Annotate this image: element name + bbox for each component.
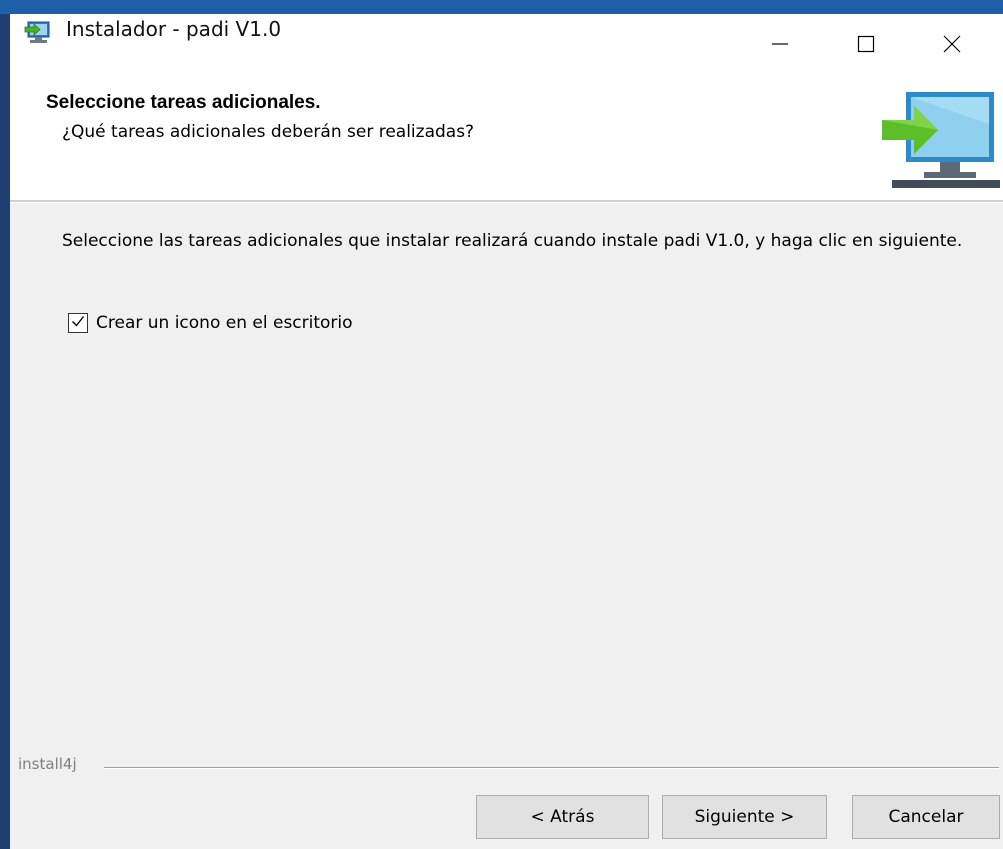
cancel-button[interactable]: Cancelar (852, 795, 1000, 839)
page-subtitle: ¿Qué tareas adicionales deberán ser real… (62, 122, 475, 142)
task-checkbox-row[interactable]: Crear un icono en el escritorio (68, 310, 353, 336)
header-panel: Seleccione tareas adicionales. ¿Qué tare… (10, 78, 1003, 200)
header-divider (10, 200, 1003, 203)
desktop-icon-checkbox[interactable] (68, 313, 88, 333)
desktop-edge (0, 14, 10, 849)
back-button[interactable]: < Atrás (476, 795, 649, 839)
minimize-button[interactable] (737, 14, 823, 74)
maximize-icon (856, 34, 876, 54)
background-strip (0, 0, 1003, 14)
title-bar[interactable]: Instalador - padi V1.0 (10, 14, 1003, 78)
installer-window: Instalador - padi V1.0 Seleccione tareas… (0, 0, 1003, 849)
footer-divider (104, 767, 999, 769)
check-icon (70, 313, 86, 333)
next-button[interactable]: Siguiente > (662, 795, 827, 839)
page-title: Seleccione tareas adicionales. (46, 92, 321, 113)
computer-install-arrow-icon (880, 84, 1000, 198)
installer-app-icon (24, 19, 52, 45)
desktop-icon-label[interactable]: Crear un icono en el escritorio (96, 313, 353, 333)
close-button[interactable] (909, 14, 995, 74)
maximize-button[interactable] (823, 14, 909, 74)
window-title: Instalador - padi V1.0 (66, 17, 282, 41)
instructions-text: Seleccione las tareas adicionales que in… (62, 231, 963, 251)
minimize-icon (770, 34, 790, 54)
installer-brand: install4j (18, 755, 77, 773)
close-icon (942, 34, 962, 54)
